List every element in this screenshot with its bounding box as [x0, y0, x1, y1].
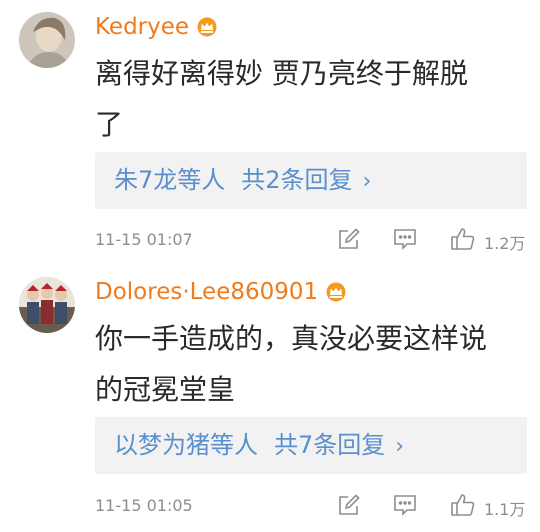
like-thumb-icon[interactable] [450, 492, 476, 518]
comment-text-line: 离得好离得妙 贾乃亮终于解脱 [95, 57, 468, 90]
reply-count: 共2条回复 [241, 166, 353, 194]
like-count: 1.1万 [484, 500, 526, 519]
username[interactable]: Dolores·Lee860901 [95, 279, 318, 305]
comment-meta: 11-15 01:07 1.2万 [95, 226, 527, 256]
comment-text-line: 的冠冕堂皇 [95, 373, 236, 406]
comment-item: Kedryee 离得好离得妙 贾乃亮终于解脱 了 朱7龙等人 共2条回复 › 11-… [0, 0, 540, 265]
chevron-right-icon: › [395, 434, 405, 459]
chevron-right-icon: › [362, 169, 372, 194]
comment-meta: 11-15 01:05 1.1万 [95, 492, 527, 522]
avatar[interactable] [19, 12, 75, 68]
crown-badge-icon [196, 17, 218, 37]
replies-summary[interactable]: 以梦为猪等人 共7条回复 › [95, 417, 527, 474]
reply-comment-icon[interactable] [392, 226, 418, 252]
replies-summary[interactable]: 朱7龙等人 共2条回复 › [95, 152, 527, 209]
reply-names: 以梦为猪等人 [114, 431, 258, 459]
like-thumb-icon[interactable] [450, 226, 476, 252]
avatar[interactable] [19, 277, 75, 333]
reply-names: 朱7龙等人 [114, 166, 226, 194]
crown-badge-icon [325, 282, 347, 302]
like-count: 1.2万 [484, 234, 526, 253]
repost-icon[interactable] [336, 226, 362, 252]
reply-count: 共7条回复 [274, 431, 386, 459]
repost-icon[interactable] [336, 492, 362, 518]
reply-comment-icon[interactable] [392, 492, 418, 518]
comment-text-line: 你一手造成的，真没必要这样说 [95, 322, 488, 355]
timestamp: 11-15 01:05 [95, 496, 193, 515]
timestamp: 11-15 01:07 [95, 230, 193, 249]
comment-item: Dolores·Lee860901 你一手造成的，真没必要这样说 的冠冕堂皇 以… [0, 265, 540, 532]
comment-text-line: 了 [95, 108, 124, 141]
username[interactable]: Kedryee [95, 14, 189, 40]
